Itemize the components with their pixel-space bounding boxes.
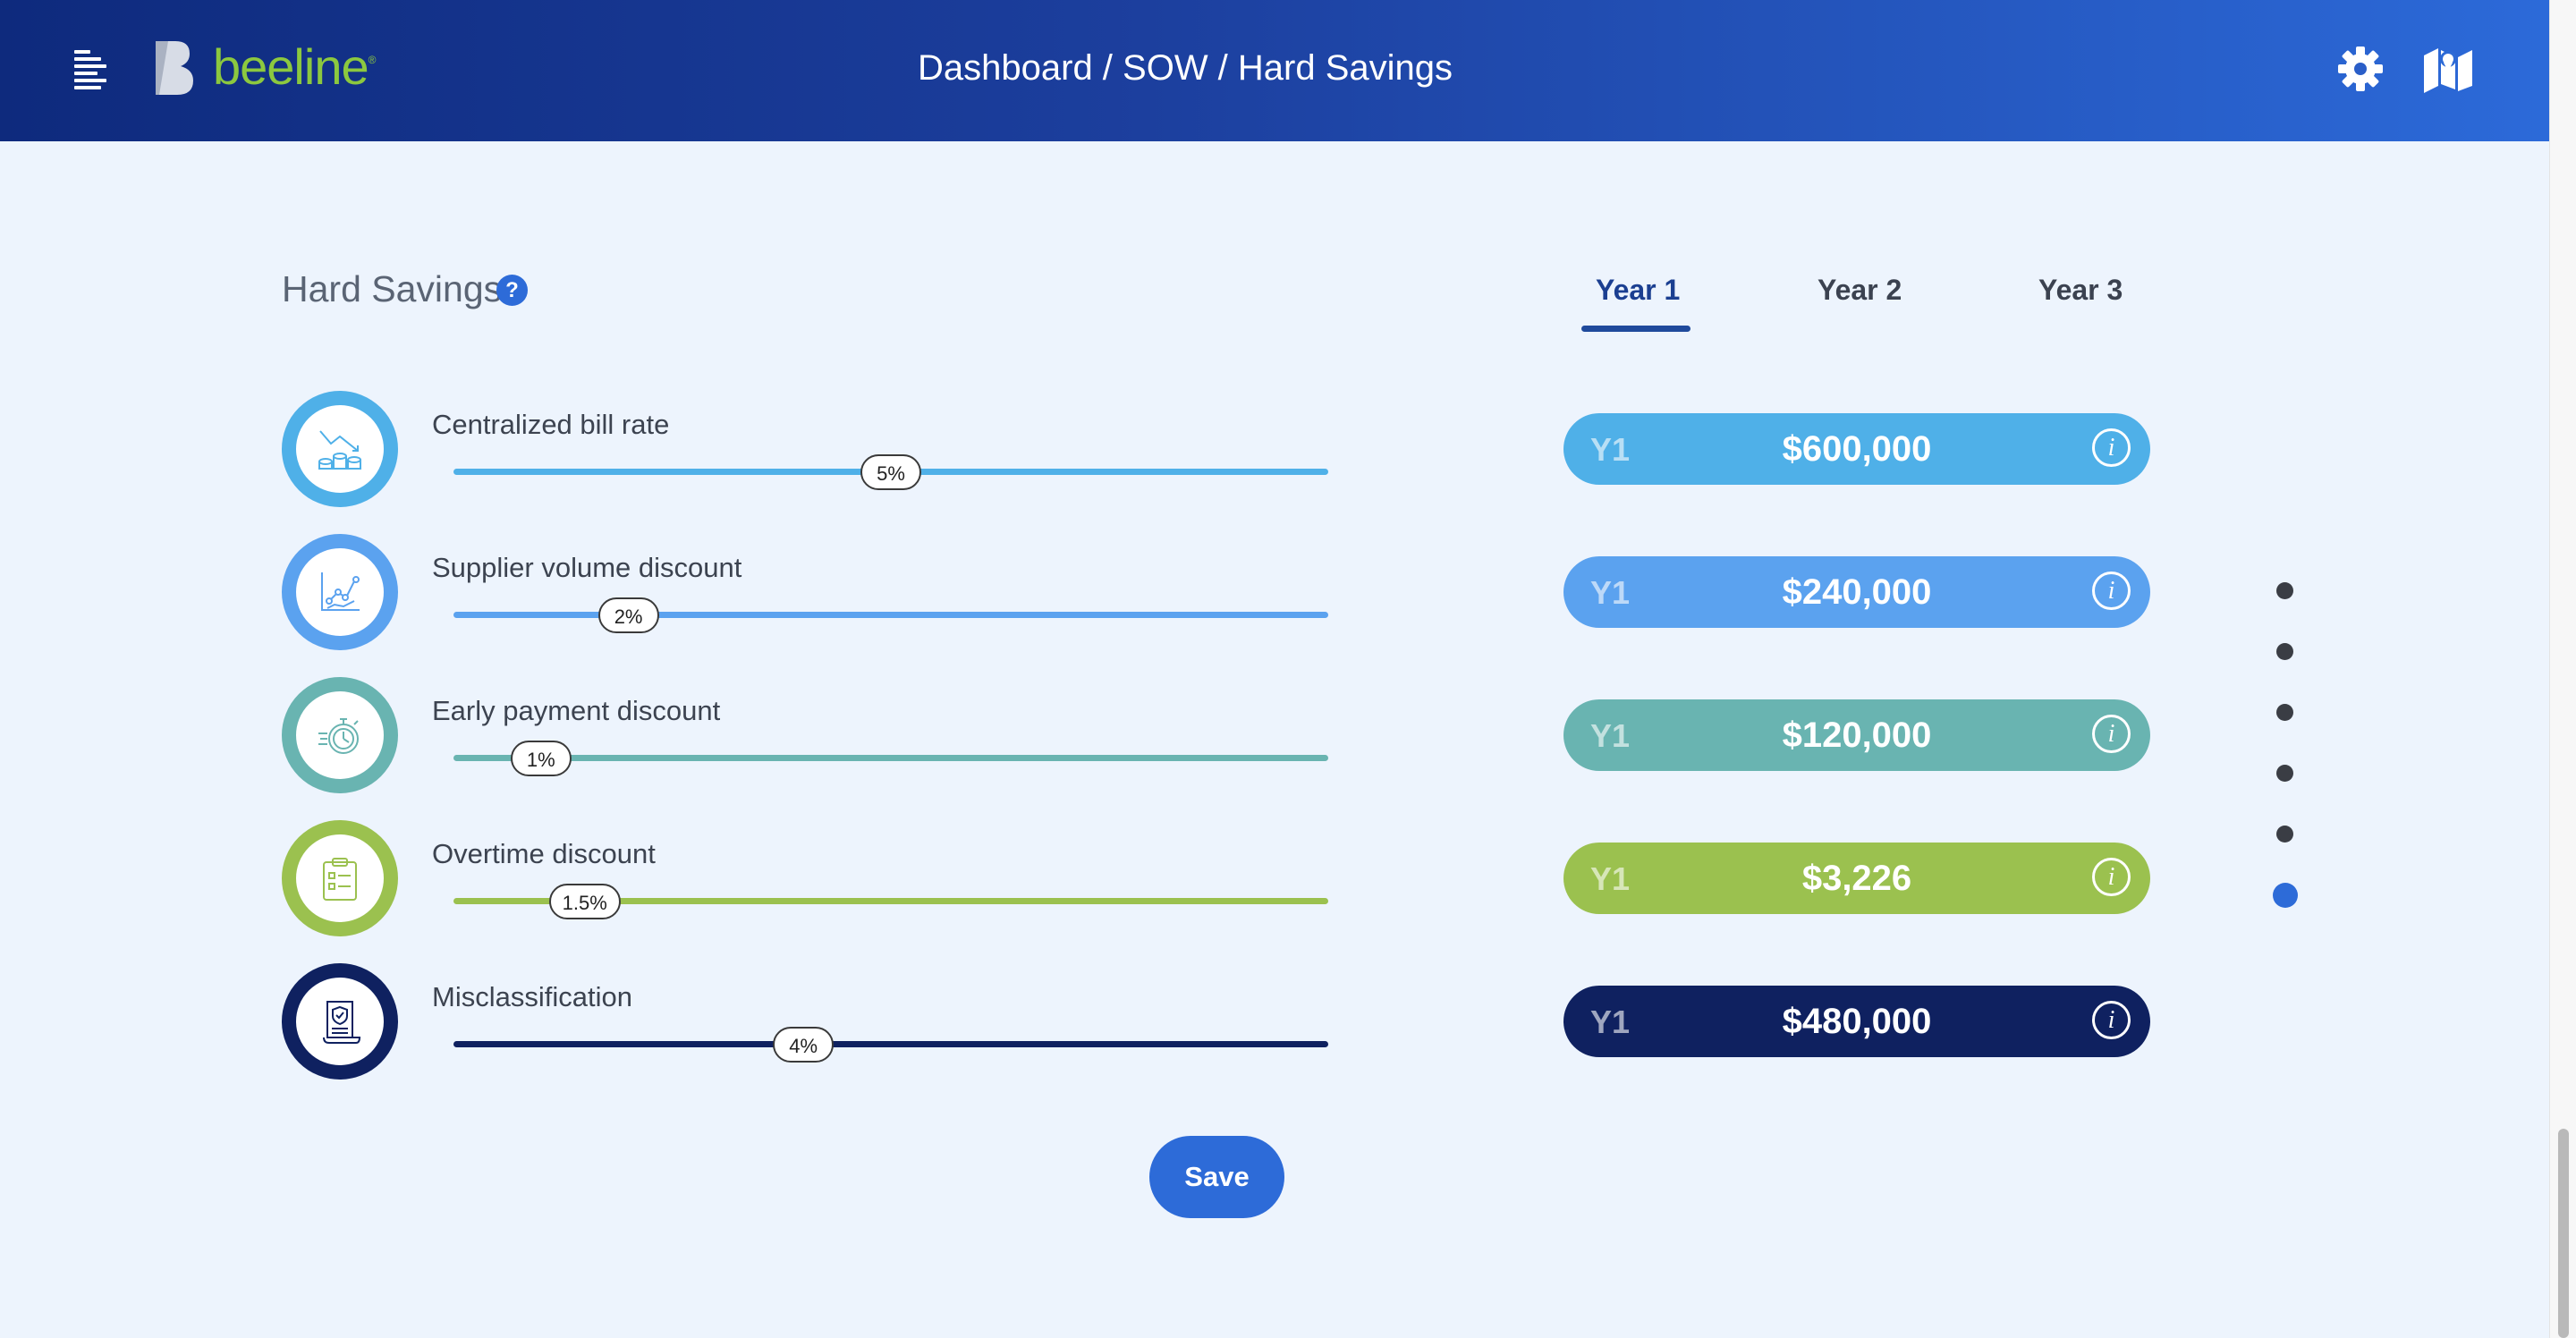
scrollbar-thumb[interactable]	[2558, 1129, 2569, 1338]
logo-text: beeline®	[213, 38, 376, 95]
info-icon[interactable]: i	[2092, 428, 2131, 467]
contract-shield-icon	[282, 963, 398, 1080]
map-icon[interactable]	[2422, 45, 2474, 97]
section-title: Hard Savings	[282, 268, 503, 309]
coins-trend-icon	[282, 391, 398, 507]
info-icon[interactable]: i	[2092, 1001, 2131, 1039]
slider-handle[interactable]: 5%	[860, 454, 921, 490]
active-tab-indicator	[1581, 326, 1690, 332]
row-label: Early payment discount	[432, 695, 721, 726]
beeline-logo-icon	[156, 41, 193, 95]
slider-handle[interactable]: 1%	[510, 741, 572, 776]
row-label: Misclassification	[432, 981, 632, 1012]
tab-year-3[interactable]: Year 3	[2038, 274, 2123, 307]
row-label: Supplier volume discount	[432, 552, 742, 583]
savings-amount-pill: Y1 $480,000 i	[1563, 986, 2150, 1057]
scrollbar[interactable]	[2549, 0, 2576, 1338]
tab-year-2[interactable]: Year 2	[1818, 274, 1902, 307]
pagination-dot[interactable]	[2276, 582, 2293, 599]
info-icon[interactable]: i	[2092, 858, 2131, 896]
supplier-volume-discount-slider[interactable]	[453, 612, 1328, 618]
pagination-dot-active[interactable]	[2273, 883, 2298, 908]
slider-handle[interactable]: 2%	[597, 597, 659, 633]
savings-amount-pill: Y1 $3,226 i	[1563, 843, 2150, 914]
help-icon[interactable]: ?	[496, 275, 528, 306]
menu-icon[interactable]	[74, 50, 108, 91]
slider-handle[interactable]: 4%	[773, 1027, 835, 1063]
slider-handle[interactable]: 1.5%	[548, 884, 621, 919]
breadcrumb: Dashboard / SOW / Hard Savings	[918, 48, 1453, 88]
savings-amount-pill: Y1 $120,000 i	[1563, 699, 2150, 771]
savings-amount: $3,226	[1801, 859, 1912, 898]
savings-amount: $480,000	[1782, 1002, 1932, 1041]
gear-icon[interactable]	[2336, 45, 2385, 97]
line-chart-icon	[282, 534, 398, 650]
pagination-dot[interactable]	[2276, 765, 2293, 782]
savings-amount: $120,000	[1782, 716, 1932, 755]
misclassification-slider[interactable]	[453, 1041, 1328, 1047]
early-payment-discount-slider[interactable]	[453, 755, 1328, 761]
savings-amount-pill: Y1 $240,000 i	[1563, 556, 2150, 628]
info-icon[interactable]: i	[2092, 572, 2131, 610]
savings-amount: $600,000	[1782, 429, 1932, 469]
pagination-dot[interactable]	[2276, 643, 2293, 660]
save-button[interactable]: Save	[1149, 1136, 1284, 1218]
row-label: Centralized bill rate	[432, 409, 670, 440]
clipboard-icon	[282, 820, 398, 936]
stopwatch-icon	[282, 677, 398, 793]
row-label: Overtime discount	[432, 838, 656, 869]
tab-year-1[interactable]: Year 1	[1596, 274, 1680, 307]
pagination-dot[interactable]	[2276, 826, 2293, 843]
info-icon[interactable]: i	[2092, 715, 2131, 753]
savings-amount-pill: Y1 $600,000 i	[1563, 413, 2150, 485]
savings-amount: $240,000	[1782, 572, 1932, 612]
pagination-dot[interactable]	[2276, 704, 2293, 721]
top-bar: beeline® Dashboard / SOW / Hard Savings	[0, 0, 2549, 141]
